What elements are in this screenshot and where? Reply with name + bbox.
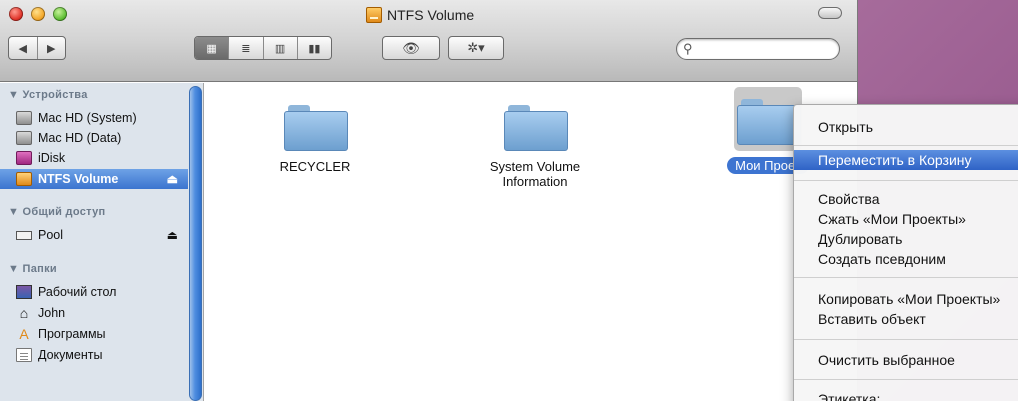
eject-icon[interactable]: ⏏ [167,172,178,186]
sidebar-item-john[interactable]: ⌂ John [0,303,188,323]
drive-icon [16,172,32,186]
selection-highlight [734,87,802,151]
sidebar-item-idisk[interactable]: iDisk [0,148,188,168]
menu-item-duplicate[interactable]: Дублировать [794,229,1018,249]
sidebar-header-devices[interactable]: ▼ Устройства [8,89,88,101]
menu-item-make-alias[interactable]: Создать псевдоним [794,249,1018,269]
home-icon: ⌂ [19,305,29,321]
zoom-window-button[interactable] [53,7,67,21]
menu-item-open[interactable]: Открыть [794,117,1018,137]
sidebar-item-mac-hd-data[interactable]: Mac HD (Data) [0,128,188,148]
menu-separator [794,180,1018,181]
back-forward-control: ◀ ▶ [8,36,66,60]
window-title-text: NTFS Volume [387,7,475,23]
toolbar-toggle-button[interactable] [818,7,842,19]
quick-look-button[interactable]: 👁 [382,36,440,60]
search-icon: ⚲ [683,41,693,56]
menu-item-label[interactable]: Этикетка: [794,389,1018,401]
menu-item-compress[interactable]: Сжать «Мои Проекты» [794,209,1018,229]
window-titlebar[interactable]: NTFS Volume ◀ ▶ ▦ ≣ ▥ ▮▮ 👁 ✲▾ ⚲ [0,0,857,82]
close-window-button[interactable] [9,7,23,21]
menu-separator [794,277,1018,278]
sidebar: ▼ Устройства Mac HD (System) Mac HD (Dat… [0,83,204,401]
file-item[interactable]: System Volume Information [470,101,600,189]
file-name: RECYCLER [279,159,351,174]
sidebar-item-ntfs-volume[interactable]: NTFS Volume ⏏ [0,169,188,189]
desktop-icon [16,285,32,299]
sidebar-item-mac-hd-system[interactable]: Mac HD (System) [0,108,188,128]
sidebar-scrollbar[interactable] [189,86,202,401]
menu-separator [794,145,1018,146]
drive-icon [366,7,382,23]
search-input[interactable] [696,42,827,56]
coverflow-view-icon[interactable]: ▮▮ [298,37,331,59]
sidebar-item-label: Mac HD (Data) [38,131,122,145]
sidebar-item-label: John [38,306,66,320]
menu-item-paste[interactable]: Вставить объект [794,309,1018,329]
window-title: NTFS Volume [366,4,474,26]
documents-icon [16,348,32,362]
sidebar-item-label: Документы [38,348,103,362]
finder-window: NTFS Volume ◀ ▶ ▦ ≣ ▥ ▮▮ 👁 ✲▾ ⚲ ▼ Устрой… [0,0,858,401]
sidebar-item-label: Программы [38,327,106,341]
applications-icon: A [19,326,29,342]
gear-icon: ✲▾ [467,40,485,55]
context-menu: Открыть Переместить в Корзину Свойства С… [793,104,1018,401]
sidebar-item-documents[interactable]: Документы [0,345,188,365]
network-drive-icon [16,230,32,240]
folder-icon [284,101,348,151]
sidebar-item-label: Рабочий стол [38,285,117,299]
hard-drive-icon [16,111,32,125]
menu-item-move-to-trash[interactable]: Переместить в Корзину [794,150,1018,170]
sidebar-item-label: Pool [38,228,64,242]
file-name: System Volume Information [489,159,581,189]
forward-arrow-icon[interactable]: ▶ [38,37,66,59]
sidebar-item-desktop[interactable]: Рабочий стол [0,282,188,302]
sidebar-item-label: Mac HD (System) [38,111,137,125]
menu-separator [794,339,1018,340]
icon-view-icon[interactable]: ▦ [195,37,230,59]
sidebar-item-label: NTFS Volume [38,172,119,186]
sidebar-item-applications[interactable]: A Программы [0,324,188,344]
eject-icon[interactable]: ⏏ [167,228,178,242]
folder-icon [504,101,568,151]
back-arrow-icon[interactable]: ◀ [9,37,38,59]
menu-item-copy[interactable]: Копировать «Мои Проекты» [794,289,1018,309]
sidebar-header-places[interactable]: ▼ Папки [8,263,57,275]
column-view-icon[interactable]: ▥ [264,37,298,59]
view-mode-control: ▦ ≣ ▥ ▮▮ [194,36,332,60]
menu-item-get-info[interactable]: Свойства [794,189,1018,209]
list-view-icon[interactable]: ≣ [229,37,264,59]
file-item[interactable]: RECYCLER [255,101,375,174]
sidebar-item-label: iDisk [38,151,66,165]
eye-icon: 👁 [402,39,420,56]
search-field[interactable]: ⚲ [676,38,840,60]
sidebar-item-pool[interactable]: Pool ⏏ [0,225,188,245]
idisk-icon [16,151,32,165]
hard-drive-icon [16,131,32,145]
sidebar-header-shared[interactable]: ▼ Общий доступ [8,206,105,218]
folder-icon [737,95,801,145]
minimize-window-button[interactable] [31,7,45,21]
action-menu-button[interactable]: ✲▾ [448,36,504,60]
menu-separator [794,379,1018,380]
menu-item-clean-up[interactable]: Очистить выбранное [794,350,1018,370]
file-icon-view: RECYCLER System Volume Information Мои П… [205,83,857,401]
